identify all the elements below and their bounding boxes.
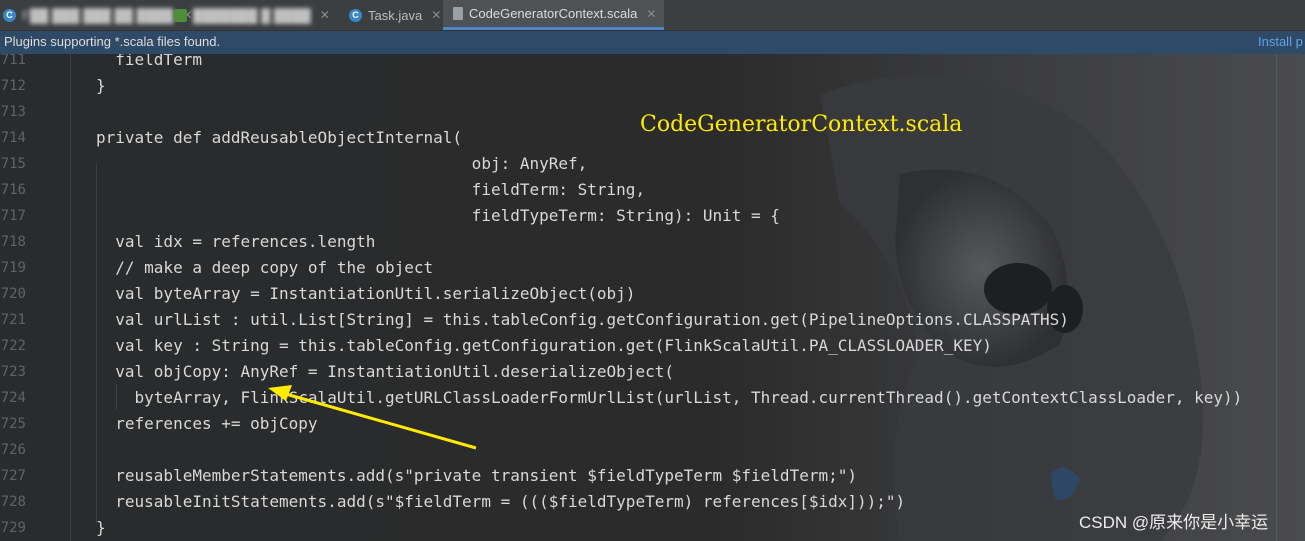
close-icon[interactable]: ✕ — [320, 8, 330, 22]
annotation-arrow — [268, 385, 477, 450]
close-icon[interactable]: ✕ — [646, 7, 656, 21]
java-class-icon: C — [3, 8, 16, 22]
tab-label: ███████ █ ████ — [193, 7, 311, 23]
editor-tab-bar: C F██ ███ ███ ██ ████ ✕ ███████ █ ████ ✕… — [0, 0, 1305, 31]
module-icon — [174, 8, 187, 22]
tab-label: Task.java — [368, 7, 423, 23]
plugin-notification-banner: Plugins supporting *.scala files found. … — [0, 31, 1305, 54]
tab-label: F██ ███ ███ ██ ████ — [22, 7, 174, 23]
arrow-head — [268, 385, 292, 401]
tab-obscured-2[interactable]: ███████ █ ████ ✕ — [174, 0, 330, 30]
banner-message: Plugins supporting *.scala files found. — [4, 34, 221, 49]
java-class-icon: C — [349, 8, 362, 22]
csdn-watermark: CSDN @原来你是小幸运 — [1079, 513, 1269, 532]
tab-code-generator-context[interactable]: CodeGeneratorContext.scala ✕ — [443, 0, 665, 30]
arrow-shaft — [285, 392, 477, 450]
close-icon[interactable]: ✕ — [431, 8, 441, 22]
tab-obscured-1[interactable]: C F██ ███ ███ ██ ████ ✕ — [3, 0, 192, 30]
scala-file-icon — [453, 7, 463, 20]
tab-task-java[interactable]: C Task.java ✕ — [349, 0, 441, 30]
install-plugins-link[interactable]: Install p — [1258, 34, 1303, 49]
code-editor[interactable]: 711 712 713 714 715 716 717 718 719 720 … — [0, 54, 1305, 541]
tab-label: CodeGeneratorContext.scala — [469, 6, 638, 21]
